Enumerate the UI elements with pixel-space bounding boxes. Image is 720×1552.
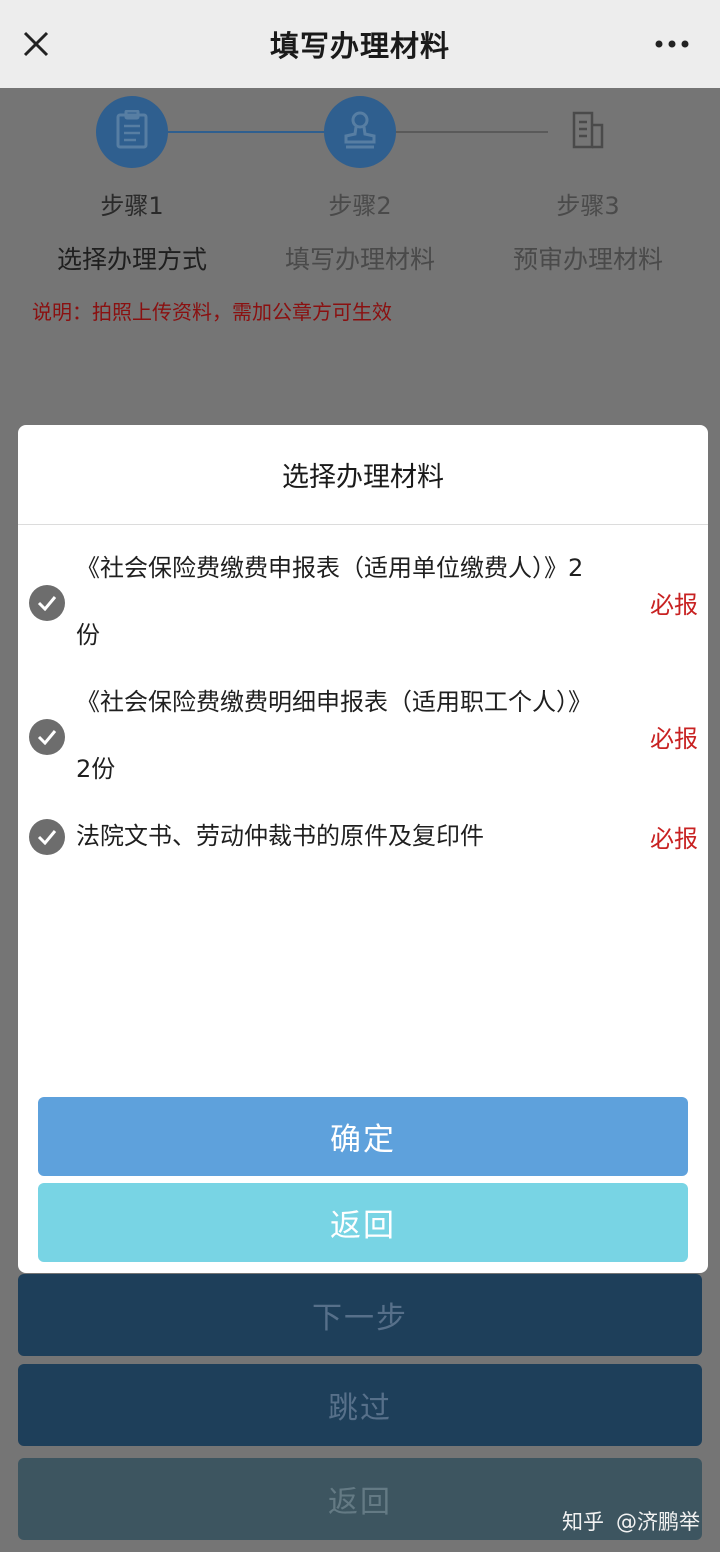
- step-connector-1: [168, 131, 324, 133]
- step-connector-2: [396, 131, 548, 133]
- material-name: 《社会保险费缴费明细申报表（适用职工个人）》 2份: [76, 669, 636, 803]
- next-step-button[interactable]: 下一步: [18, 1274, 702, 1356]
- material-item[interactable]: 《社会保险费缴费明细申报表（适用职工个人）》 2份 必报: [18, 669, 708, 803]
- material-item[interactable]: 法院文书、劳动仲裁书的原件及复印件 必报: [18, 803, 708, 870]
- clipboard-icon: [115, 109, 149, 154]
- step-1-circle: [96, 96, 168, 168]
- material-item[interactable]: 《社会保险费缴费申报表（适用单位缴费人）》2 份 必报: [18, 535, 708, 669]
- material-name-line2: 2份: [76, 755, 116, 783]
- step-2-circle: [324, 96, 396, 168]
- required-badge: 必报: [650, 591, 698, 619]
- step-3-number: 步骤3: [556, 192, 620, 220]
- watermark: 知乎 @济鹏举: [562, 1506, 700, 1536]
- material-name-line1: 《社会保险费缴费申报表（适用单位缴费人）》2: [76, 554, 584, 582]
- material-name-line1: 《社会保险费缴费明细申报表（适用职工个人）》: [76, 688, 592, 716]
- check-icon[interactable]: [29, 719, 65, 755]
- upload-note: 说明：拍照上传资料，需加公章方可生效: [32, 300, 392, 324]
- check-icon[interactable]: [29, 585, 65, 621]
- material-name: 《社会保险费缴费申报表（适用单位缴费人）》2 份: [76, 535, 636, 669]
- step-3-circle: [552, 96, 624, 168]
- more-icon[interactable]: [654, 30, 690, 58]
- step-2-name: 填写办理材料: [284, 245, 435, 274]
- step-3-name: 预审办理材料: [512, 245, 663, 274]
- close-icon[interactable]: [18, 26, 54, 62]
- top-bar: 填写办理材料: [0, 0, 720, 88]
- watermark-author: @济鹏举: [616, 1510, 700, 1534]
- step-indicator: 步骤1 步骤2 步骤3 选择办理方式 填写办理材料 预审办理材料: [0, 88, 720, 288]
- page-title: 填写办理材料: [269, 29, 450, 63]
- material-name: 法院文书、劳动仲裁书的原件及复印件: [76, 803, 636, 870]
- material-name-line2: 份: [76, 621, 100, 649]
- dialog-back-button[interactable]: 返回: [38, 1183, 688, 1262]
- step-2-number: 步骤2: [328, 192, 392, 220]
- required-badge: 必报: [650, 725, 698, 753]
- watermark-site: 知乎: [562, 1510, 604, 1534]
- material-name-line1: 法院文书、劳动仲裁书的原件及复印件: [76, 822, 484, 850]
- stamp-icon: [340, 110, 380, 154]
- step-1-number: 步骤1: [100, 192, 164, 220]
- check-icon[interactable]: [29, 819, 65, 855]
- dialog-title: 选择办理材料: [18, 425, 708, 525]
- skip-button[interactable]: 跳过: [18, 1364, 702, 1446]
- required-badge: 必报: [650, 825, 698, 853]
- select-materials-dialog: 选择办理材料 《社会保险费缴费申报表（适用单位缴费人）》2 份 必报 《社会保险…: [18, 425, 708, 1273]
- confirm-button[interactable]: 确定: [38, 1097, 688, 1176]
- step-1-name: 选择办理方式: [56, 245, 207, 274]
- document-icon: [570, 111, 606, 153]
